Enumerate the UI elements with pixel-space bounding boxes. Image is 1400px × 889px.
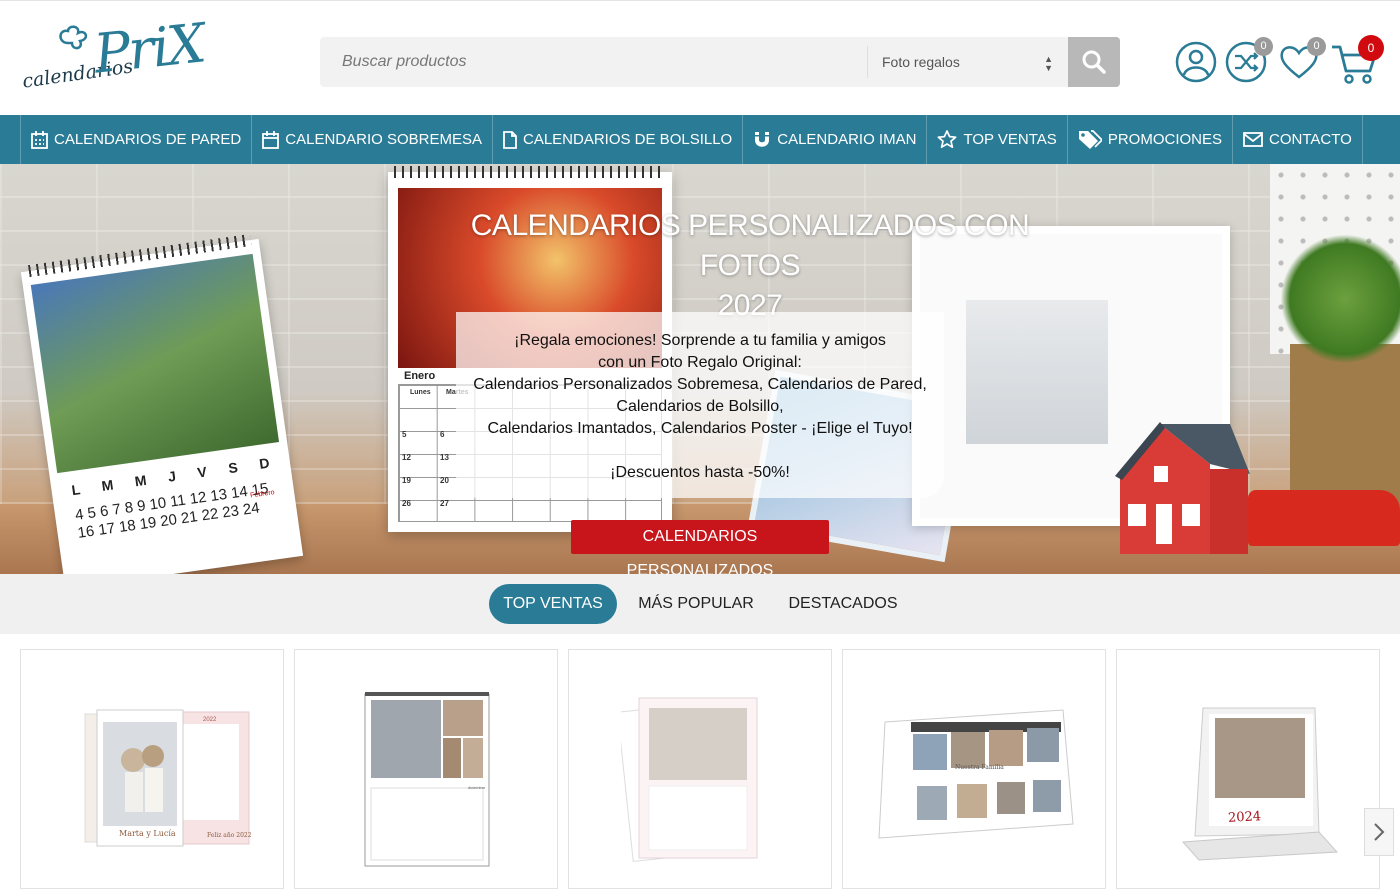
nav-label: CALENDARIO IMAN — [777, 131, 917, 148]
cart-button[interactable]: 0 — [1330, 35, 1384, 84]
star-icon — [937, 130, 957, 149]
search-icon — [1082, 50, 1106, 74]
hero-discount-text: ¡Descuentos hasta -50%! — [610, 464, 790, 481]
calendar-icon — [262, 130, 280, 149]
product-tabs: TOP VENTAS MÁS POPULAR DESTACADOS — [0, 574, 1400, 634]
nav-label: CONTACTO — [1269, 131, 1352, 148]
hero-text-line: Calendarios Imantados, Calendarios Poste… — [487, 420, 913, 437]
carousel-next-button[interactable] — [1364, 808, 1394, 856]
site-header: calendarios PriX Foto regalos ▲▼ 0 — [0, 0, 1400, 115]
nav-item-calendario-sobremesa[interactable]: CALENDARIO SOBREMESA — [251, 115, 492, 164]
nav-label: CALENDARIOS DE BOLSILLO — [522, 131, 733, 148]
day-number: 12 — [402, 453, 411, 462]
product-month-label: diciembre — [468, 785, 486, 790]
product-card[interactable] — [568, 649, 832, 889]
hero-text-line: ¡Regala emociones! Sorprende a tu famili… — [514, 332, 886, 349]
hero-title-line-1: CALENDARIOS PERSONALIZADOS CON FOTOS — [470, 209, 1030, 282]
plant-leaves — [1280, 234, 1400, 364]
compare-count-badge: 0 — [1254, 37, 1273, 56]
product-year-label: 2022 — [203, 717, 217, 723]
hero-title: CALENDARIOS PERSONALIZADOS CON FOTOS 202… — [420, 206, 1080, 326]
product-subcaption: Feliz año 2022 — [207, 832, 252, 839]
hero-banner: L M M J V S D 4 5 6 7 8 9 10 11 12 13 14… — [0, 164, 1400, 574]
nav-label: TOP VENTAS — [963, 131, 1057, 148]
plant-basket-decoration — [1280, 234, 1400, 514]
document-icon — [503, 130, 517, 149]
wishlist-button[interactable]: 0 — [1278, 37, 1326, 83]
magnet-icon — [755, 131, 770, 147]
nav-item-calendario-iman[interactable]: CALENDARIO IMAN — [742, 115, 926, 164]
nav-label: CALENDARIOS DE PARED — [54, 131, 242, 148]
hero-description: ¡Regala emociones! Sorprende a tu famili… — [456, 330, 944, 484]
chevron-right-icon — [1374, 823, 1385, 841]
tab-destacados[interactable]: DESTACADOS — [778, 584, 908, 624]
logo-text-big: PriX — [91, 11, 207, 86]
product-card[interactable]: Marta y Lucía 2022 Feliz año 2022 — [20, 649, 284, 889]
search-input[interactable] — [320, 37, 866, 87]
select-arrows-icon: ▲ ▼ — [1044, 54, 1053, 73]
day-number: 13 — [440, 453, 449, 462]
hero-cta-button[interactable]: CALENDARIOS PERSONALIZADOS — [571, 520, 829, 574]
wishlist-count-badge: 0 — [1307, 37, 1326, 56]
search-button[interactable] — [1068, 37, 1120, 87]
nav-item-contacto[interactable]: CONTACTO — [1232, 115, 1363, 164]
family-photo — [30, 253, 280, 474]
poster-calendar-product-image — [621, 697, 758, 862]
day-number: 20 — [440, 476, 449, 485]
flower-icon — [59, 25, 88, 50]
nav-item-top-ventas[interactable]: TOP VENTAS — [926, 115, 1066, 164]
wall-calendar-product-image — [364, 692, 490, 867]
day-number: 6 — [440, 430, 445, 439]
hero-text-line: con un Foto Regalo Original: — [598, 354, 802, 371]
product-card[interactable]: diciembre — [294, 649, 558, 889]
desk-calendar-product-image — [878, 709, 1074, 839]
nav-item-promociones[interactable]: PROMOCIONES — [1066, 115, 1232, 164]
tags-icon — [1078, 129, 1102, 149]
day-number: 27 — [440, 499, 449, 508]
day-number: 19 — [402, 476, 411, 485]
tab-top-ventas[interactable]: TOP VENTAS — [489, 584, 617, 624]
toy-truck-decoration — [1248, 490, 1400, 546]
product-card[interactable]: Nuestra Familia — [842, 649, 1106, 889]
product-caption: Marta y Lucía — [119, 829, 176, 838]
category-select-value: Foto regalos — [882, 54, 960, 70]
nav-label: PROMOCIONES — [1107, 131, 1222, 148]
desk-calendar-image: L M M J V S D 4 5 6 7 8 9 10 11 12 13 14… — [20, 234, 304, 574]
category-select[interactable]: Foto regalos ▲ ▼ — [867, 46, 1067, 78]
user-icon — [1175, 41, 1217, 83]
product-card[interactable]: 2024 — [1116, 649, 1380, 889]
site-logo[interactable]: calendarios PriX — [20, 11, 207, 95]
envelope-icon — [1243, 132, 1263, 147]
hero-text-line: Calendarios Personalizados Sobremesa, Ca… — [473, 376, 927, 393]
search-bar: Foto regalos ▲▼ — [320, 37, 1120, 87]
product-caption: Nuestra Familia — [955, 764, 1004, 771]
day-header: Lunes — [410, 389, 431, 396]
tab-mas-popular[interactable]: MÁS POPULAR — [630, 584, 762, 624]
nav-item-calendarios-de-bolsillo[interactable]: CALENDARIOS DE BOLSILLO — [491, 115, 742, 164]
cart-count-badge: 0 — [1358, 35, 1384, 61]
cd-calendar-product-image — [1181, 707, 1339, 861]
toy-house-decoration — [1115, 422, 1250, 554]
day-number: 26 — [402, 499, 411, 508]
nav-item-calendarios-de-pared[interactable]: CALENDARIOS DE PARED — [20, 115, 251, 164]
product-year-label: 2024 — [1227, 809, 1262, 826]
main-nav: CALENDARIOS DE PARED CALENDARIO SOBREMES… — [0, 115, 1400, 164]
nav-label: CALENDARIO SOBREMESA — [285, 131, 482, 148]
calendar-month-label: Enero — [404, 370, 436, 382]
day-number: 5 — [402, 430, 407, 439]
hero-text-line: Calendarios de Bolsillo, — [616, 398, 784, 415]
calendar-grid-icon — [31, 130, 48, 149]
compare-button[interactable]: 0 — [1225, 37, 1273, 83]
account-button[interactable] — [1175, 41, 1217, 83]
spiral-binding — [394, 166, 666, 178]
